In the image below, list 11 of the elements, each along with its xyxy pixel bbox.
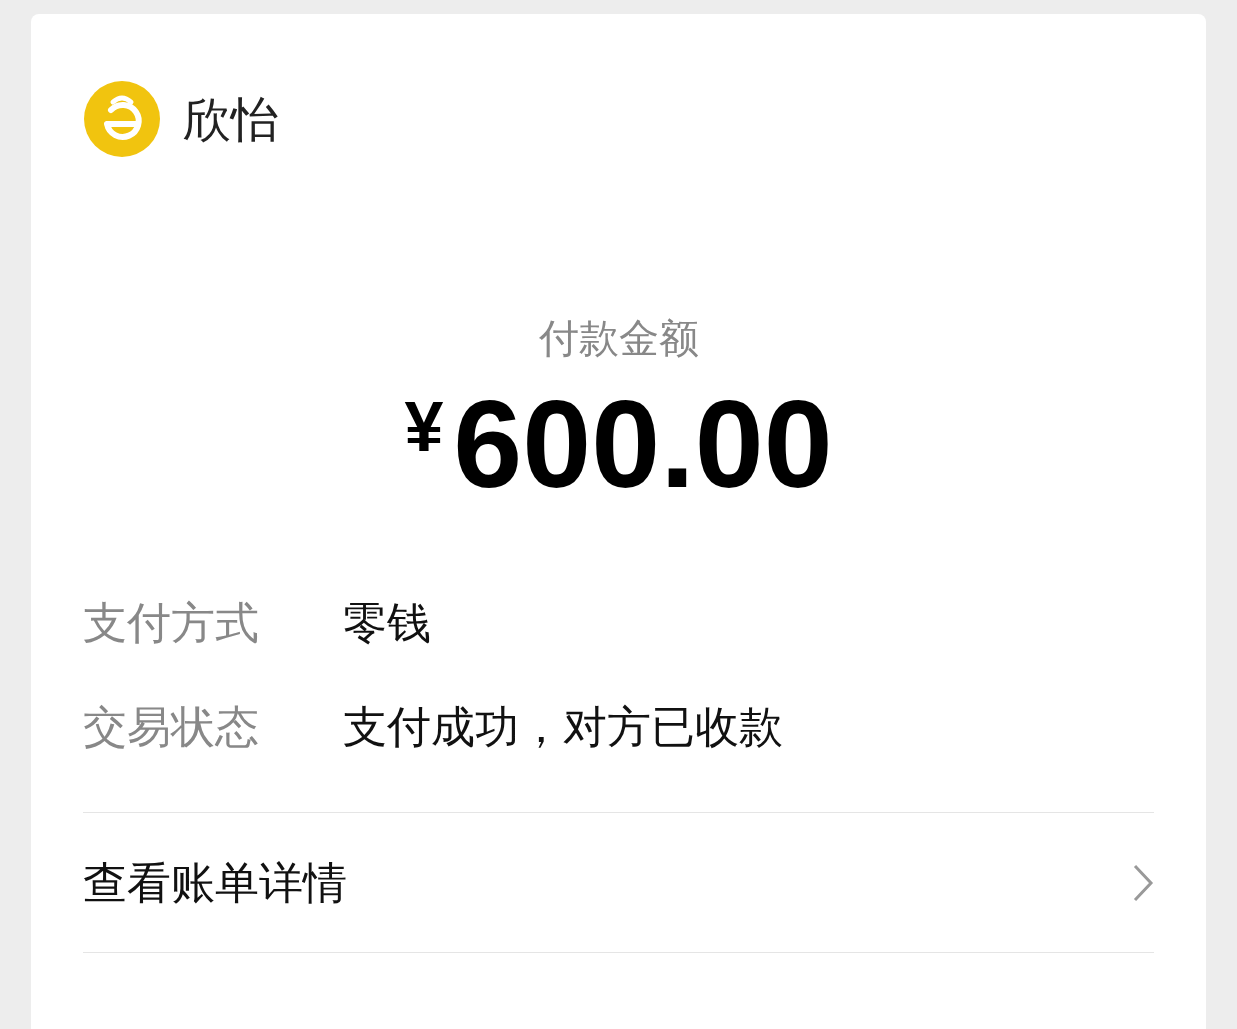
amount-label: 付款金额 — [538, 314, 699, 363]
chevron-right-icon — [1132, 862, 1154, 903]
bill-details-link[interactable]: 查看账单详情 — [83, 813, 1154, 953]
amount-value: 600.00 — [453, 382, 833, 506]
payee-name: 欣怡 — [183, 90, 279, 149]
detail-value: 零钱 — [343, 596, 431, 650]
detail-label: 交易状态 — [83, 700, 260, 754]
detail-label: 支付方式 — [83, 596, 260, 650]
currency-symbol: ¥ — [404, 392, 444, 462]
detail-value: 支付成功，对方已收款 — [343, 700, 783, 754]
avatar-icon — [83, 80, 161, 158]
